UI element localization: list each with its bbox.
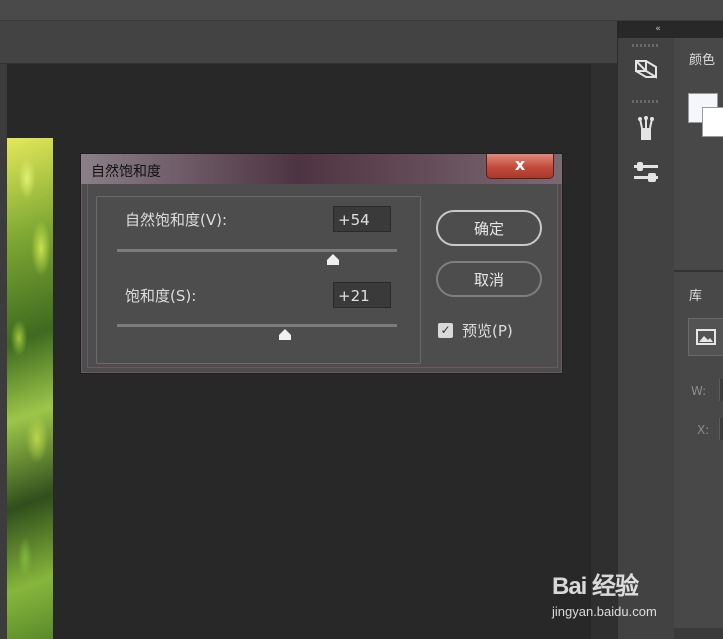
width-field[interactable]	[719, 379, 723, 401]
vibrance-label: 自然饱和度(V):	[125, 211, 228, 229]
3d-object-icon-glyph	[635, 60, 657, 79]
saturation-slider-track[interactable]	[117, 324, 397, 327]
brush-presets-icon[interactable]	[628, 112, 664, 142]
background-color-swatch[interactable]	[702, 107, 723, 137]
close-button[interactable]: x	[486, 154, 554, 179]
brush-presets-icon-glyph	[638, 116, 654, 140]
options-bar	[0, 21, 617, 64]
dialog-body: 自然饱和度(V): +54 饱和度(S): +21 确定 取消 ✓ 预览(P)	[87, 184, 558, 368]
canvas-edge	[0, 64, 7, 639]
adjustments-sliders-icon-glyph	[634, 162, 658, 182]
dialog-titlebar[interactable]: 自然饱和度 x	[81, 154, 562, 184]
vibrance-dialog: 自然饱和度 x 自然饱和度(V): +54 饱和度(S): +21 确定 取消 …	[80, 153, 563, 374]
photo-layer-image[interactable]	[7, 138, 53, 639]
panel-divider	[674, 270, 723, 272]
width-label: W:	[691, 384, 707, 398]
adjustments-sliders-icon[interactable]	[628, 156, 664, 186]
dialog-title: 自然饱和度	[91, 164, 161, 180]
saturation-value-input[interactable]: +21	[333, 282, 391, 308]
image-icon[interactable]	[688, 318, 723, 356]
vibrance-slider-track[interactable]	[117, 249, 397, 252]
saturation-slider-thumb[interactable]	[278, 329, 292, 340]
panel-group-grip[interactable]	[632, 100, 660, 103]
image-icon-glyph	[696, 329, 716, 345]
cancel-button[interactable]: 取消	[436, 261, 542, 297]
ok-button[interactable]: 确定	[436, 210, 542, 246]
menu-bar	[0, 0, 723, 20]
panel-collapse-button[interactable]: «	[648, 23, 668, 35]
settings-group: 自然饱和度(V): +54 饱和度(S): +21	[96, 196, 421, 364]
baidu-jingyan-watermark: Bai 经验 jingyan.baidu.com	[552, 566, 712, 624]
color-panel-tab[interactable]: 颜色	[689, 49, 715, 68]
preview-label: 预览(P)	[462, 322, 513, 340]
preview-checkbox[interactable]: ✓	[438, 323, 453, 338]
vibrance-slider-thumb[interactable]	[326, 254, 340, 265]
saturation-label: 饱和度(S):	[125, 287, 197, 305]
panel-group-grip[interactable]	[632, 44, 660, 47]
canvas-vertical-scrollbar[interactable]	[590, 64, 618, 639]
x-position-label: X:	[697, 423, 710, 437]
vibrance-value-input[interactable]: +54	[333, 206, 391, 232]
x-position-field[interactable]	[719, 418, 723, 440]
collapsed-panels-column	[617, 38, 675, 639]
libraries-panel-tab[interactable]: 库	[689, 285, 702, 304]
panel-footer	[674, 628, 723, 639]
watermark-url: jingyan.baidu.com	[552, 604, 657, 619]
3d-object-icon[interactable]	[628, 54, 664, 84]
watermark-logo: Bai 经验	[552, 573, 639, 600]
